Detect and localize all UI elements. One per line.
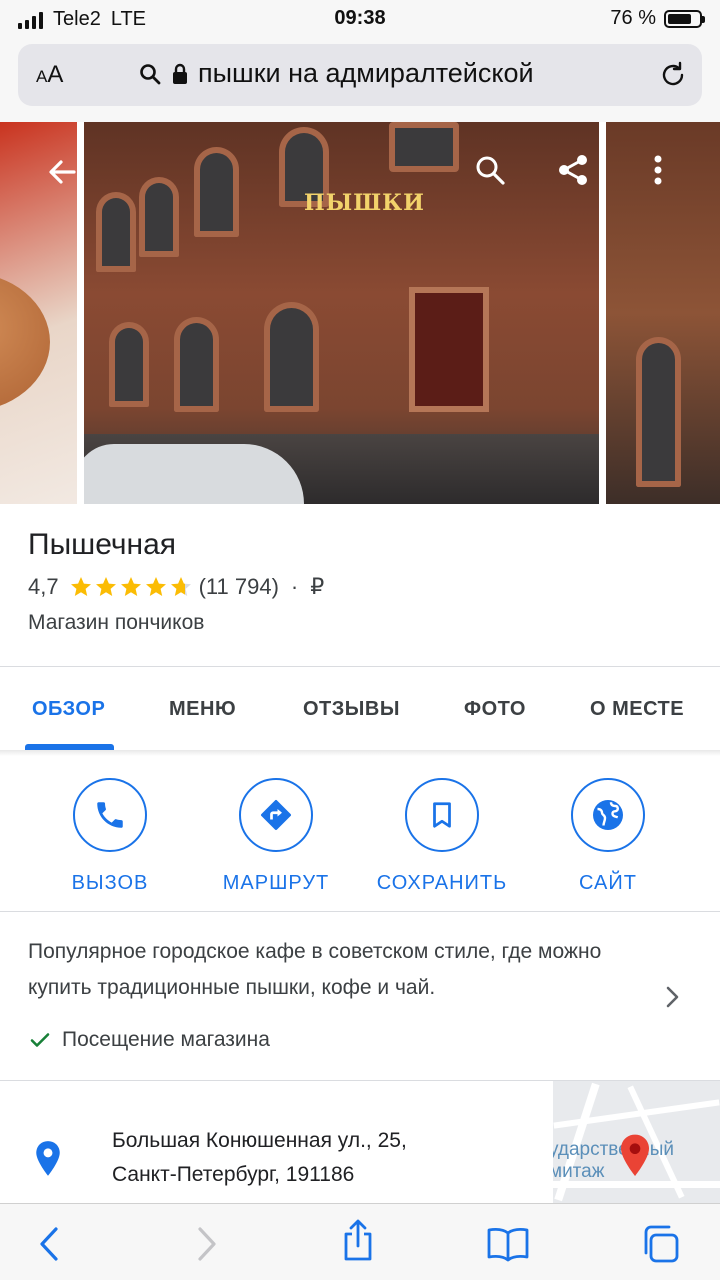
- feature-in-store: Посещение магазина: [28, 1028, 270, 1052]
- share-page-button[interactable]: [336, 1218, 380, 1262]
- map-label: ударственный митаж: [553, 1139, 674, 1182]
- star-icon: [170, 577, 191, 596]
- website-label: САЙТ: [579, 872, 637, 894]
- rating-stars: [69, 575, 193, 599]
- photo-storefront[interactable]: ПЫШКИ: [84, 122, 599, 504]
- browser-toolbar: [0, 1203, 720, 1280]
- save-button[interactable]: СОХРАНИТЬ: [362, 778, 522, 895]
- star-icon: [70, 577, 91, 596]
- directions-icon: [261, 800, 291, 830]
- place-description[interactable]: Популярное городское кафе в советском ст…: [28, 934, 648, 1006]
- browser-forward-button[interactable]: [184, 1222, 228, 1266]
- search-icon: [476, 156, 505, 185]
- call-label: ВЫЗОВ: [71, 872, 149, 894]
- call-button[interactable]: ВЫЗОВ: [30, 778, 190, 895]
- share-icon: [344, 1219, 372, 1261]
- tab-overview[interactable]: ОБЗОР: [32, 698, 105, 721]
- chevron-right-icon: [198, 1227, 216, 1261]
- status-bar: Tele2 LTE 09:38 76 %: [0, 0, 720, 40]
- divider: [0, 911, 720, 912]
- globe-icon: [593, 800, 623, 830]
- chevron-right-icon[interactable]: [660, 984, 684, 1010]
- star-icon: [120, 577, 141, 596]
- feature-label: Посещение магазина: [62, 1028, 270, 1051]
- rating-row[interactable]: 4,7 (11 794) · ₽: [28, 574, 324, 600]
- back-button[interactable]: [40, 150, 84, 194]
- star-icon: [95, 577, 116, 596]
- tab-about[interactable]: О МЕСТЕ: [590, 698, 684, 721]
- search-icon: [140, 63, 161, 84]
- tab-menu[interactable]: МЕНЮ: [169, 698, 236, 721]
- tabs-button[interactable]: [638, 1222, 682, 1266]
- book-icon: [487, 1228, 529, 1262]
- lock-icon: [173, 63, 187, 84]
- reviews-count[interactable]: (11 794): [199, 574, 279, 600]
- battery-icon: [664, 9, 705, 28]
- url-text: пышки на адмиралтейской: [198, 58, 534, 88]
- check-icon: [30, 1033, 50, 1047]
- bookmarks-button[interactable]: [486, 1222, 530, 1266]
- place-title: Пышечная: [28, 528, 177, 561]
- share-icon: [559, 155, 587, 185]
- address-line-1: Большая Конюшенная ул., 25,: [112, 1129, 407, 1152]
- gallery-search-button[interactable]: [468, 148, 512, 192]
- tab-photos[interactable]: ФОТО: [464, 698, 526, 721]
- directions-button[interactable]: МАРШРУТ: [196, 778, 356, 895]
- share-button[interactable]: [551, 148, 595, 192]
- chevron-left-icon: [40, 1227, 58, 1261]
- save-label: СОХРАНИТЬ: [376, 872, 508, 894]
- shop-sign: ПЫШКИ: [304, 190, 425, 216]
- website-button[interactable]: САЙТ: [528, 778, 688, 895]
- tab-bar: ОБЗОР МЕНЮ ОТЗЫВЫ ФОТО О МЕСТЕ: [0, 668, 720, 750]
- reload-icon[interactable]: [658, 60, 688, 90]
- price-level: ₽: [310, 574, 325, 599]
- place-category[interactable]: Магазин пончиков: [28, 611, 204, 635]
- rating-value: 4,7: [28, 574, 59, 599]
- browser-back-button[interactable]: [28, 1222, 72, 1266]
- address-line-2: Санкт-Петербург, 191186: [112, 1163, 355, 1186]
- battery-percent: 76 %: [610, 7, 656, 29]
- divider: [0, 666, 720, 667]
- reader-settings-button[interactable]: AA: [36, 61, 63, 89]
- map-marker-icon: [621, 1134, 649, 1176]
- address[interactable]: Большая Конюшенная ул., 25, Санкт-Петерб…: [112, 1124, 407, 1192]
- more-options-button[interactable]: [636, 148, 680, 192]
- location-pin-icon: [36, 1141, 60, 1176]
- browser-address-area: AA пышки на адмиралтейской: [0, 40, 720, 122]
- star-icon: [145, 577, 166, 596]
- arrow-back-icon: [49, 160, 76, 184]
- tabs-icon: [644, 1225, 679, 1263]
- more-vert-icon: [654, 155, 662, 185]
- phone-icon: [97, 802, 123, 828]
- address-bar[interactable]: AA пышки на адмиралтейской: [18, 44, 702, 106]
- photo-gallery[interactable]: ПЫШКИ: [0, 122, 720, 504]
- separator-dot: ·: [290, 574, 299, 599]
- tab-reviews[interactable]: ОТЗЫВЫ: [303, 698, 400, 721]
- bookmark-icon: [433, 802, 451, 828]
- directions-label: МАРШРУТ: [222, 872, 330, 894]
- map-thumbnail[interactable]: ударственный митаж: [553, 1081, 720, 1203]
